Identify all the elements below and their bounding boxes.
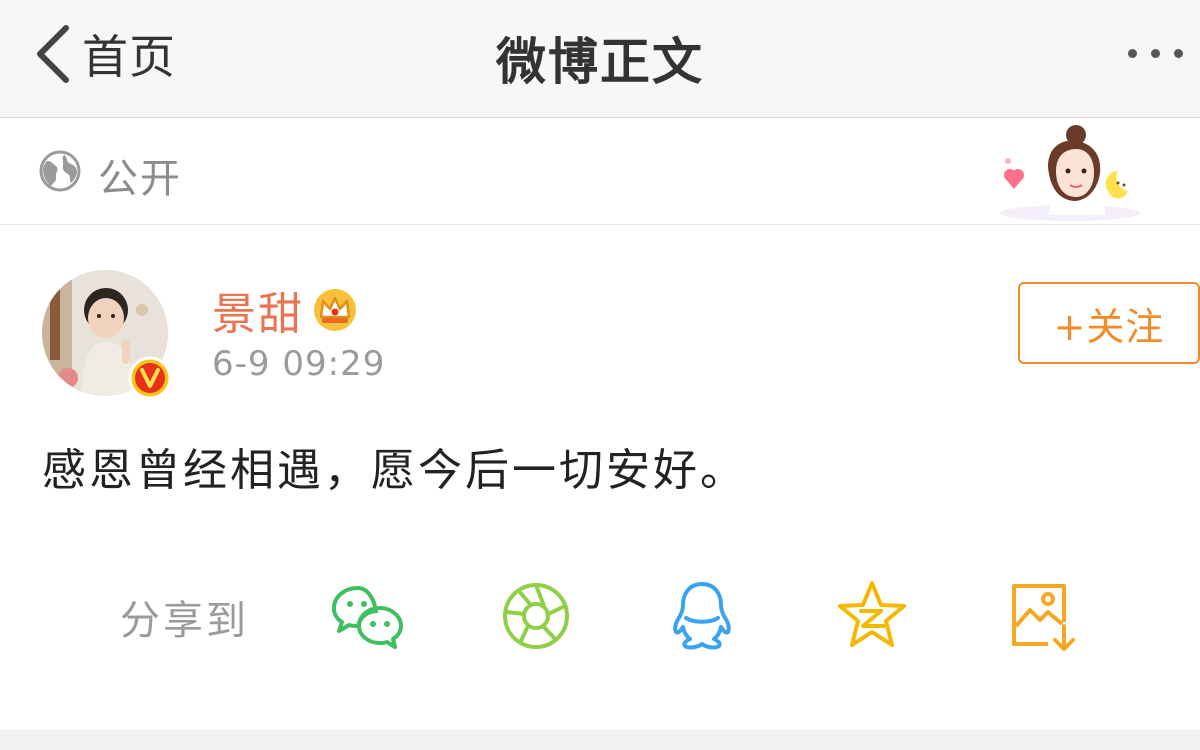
post-timestamp: 6-9 09:29 xyxy=(212,344,386,384)
moments-share-button[interactable] xyxy=(498,578,574,654)
more-dots-icon[interactable] xyxy=(1128,40,1200,66)
share-row: 分享到 xyxy=(0,572,1200,658)
bottom-separator xyxy=(0,730,1200,750)
qzone-share-button[interactable] xyxy=(834,578,910,654)
avatar-pendant-decoration xyxy=(1000,125,1140,221)
visibility-label: 公开 xyxy=(98,156,182,202)
globe-icon xyxy=(39,150,81,192)
visibility-row: 公开 xyxy=(0,119,1200,225)
username[interactable]: 景甜 xyxy=(212,278,304,342)
qq-share-button[interactable] xyxy=(664,578,740,654)
verified-v-icon xyxy=(128,356,172,400)
page-title: 微博正文 xyxy=(496,33,704,91)
save-image-icon xyxy=(1012,584,1075,651)
qzone-icon xyxy=(838,581,906,647)
wechat-icon xyxy=(332,586,403,649)
weibo-post: 景甜 6-9 09:29 +关注 感恩曾经相遇，愿今后一切安好。 分享到 xyxy=(0,226,1200,730)
post-content: 感恩曾经相遇，愿今后一切安好。 xyxy=(42,445,747,496)
share-label: 分享到 xyxy=(120,598,249,644)
save-image-share-button[interactable] xyxy=(1004,578,1080,654)
vip-crown-icon[interactable] xyxy=(312,287,358,333)
moments-icon xyxy=(503,583,569,649)
qq-icon xyxy=(673,582,731,650)
username-row: 景甜 xyxy=(212,278,358,342)
top-navbar: 首页 微博正文 xyxy=(0,0,1200,118)
wechat-share-button[interactable] xyxy=(330,578,406,654)
follow-button[interactable]: +关注 xyxy=(1018,282,1200,364)
